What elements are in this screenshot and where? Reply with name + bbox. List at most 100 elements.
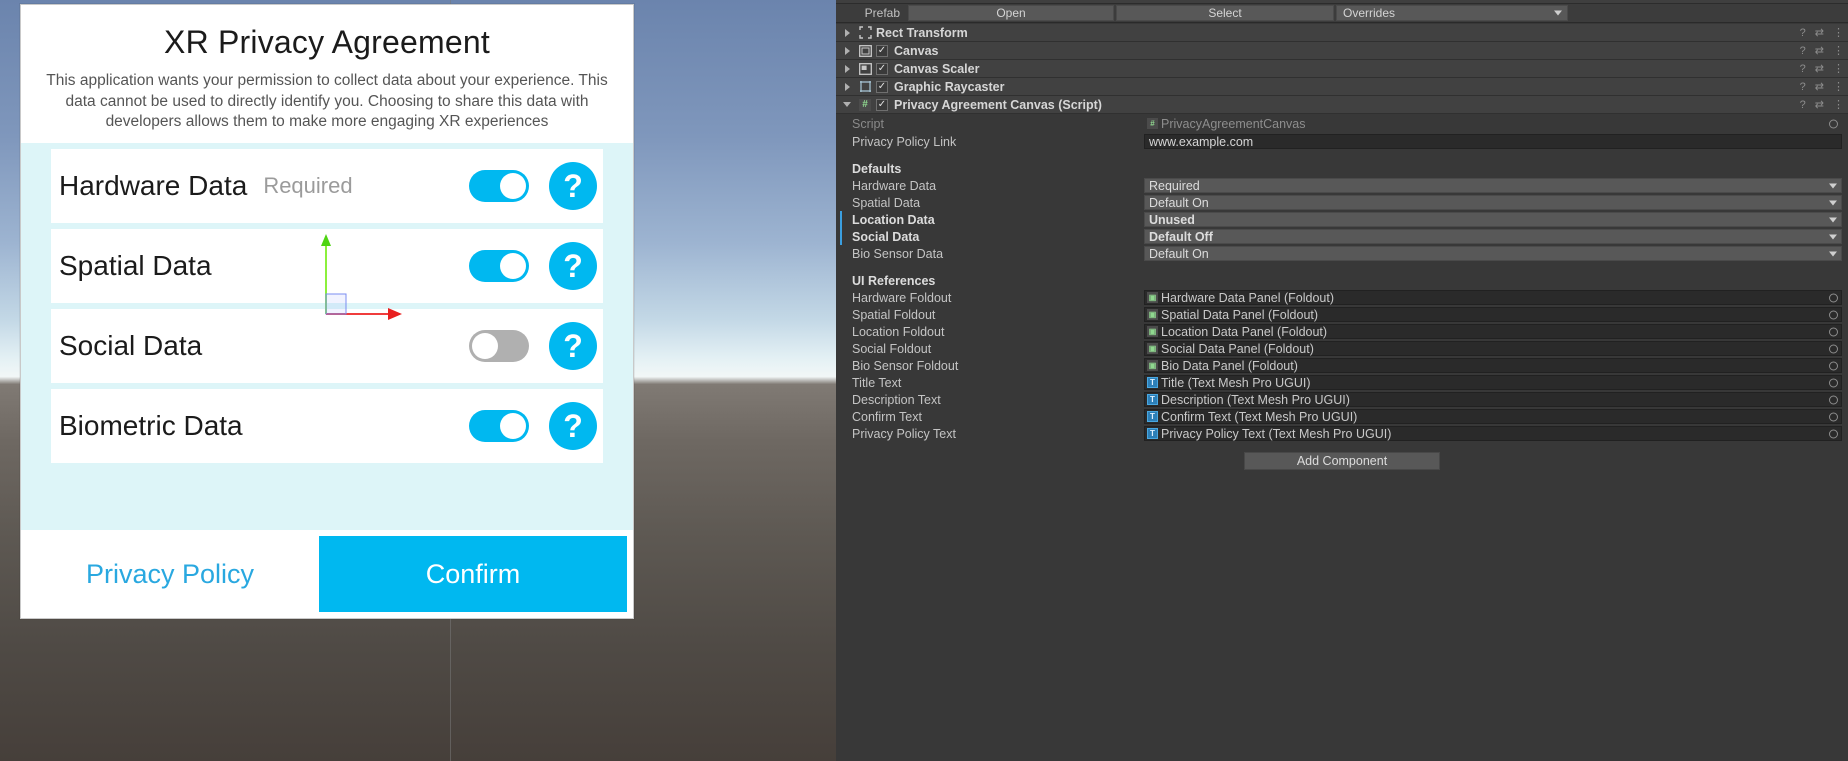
property-label: Social Data — [852, 229, 920, 244]
help-icon[interactable]: ? — [1800, 27, 1806, 39]
description-text-object-field[interactable]: T Description (Text Mesh Pro UGUI) — [1144, 392, 1842, 407]
kebab-menu-icon[interactable]: ⋮ — [1833, 80, 1844, 93]
kebab-menu-icon[interactable]: ⋮ — [1833, 98, 1844, 111]
section-header-defaults: Defaults — [836, 160, 1848, 177]
consent-toggle-spatial[interactable] — [469, 249, 529, 282]
row-label: Biometric Data — [59, 409, 243, 441]
kebab-menu-icon[interactable]: ⋮ — [1833, 62, 1844, 75]
prefab-select-button[interactable]: Select — [1116, 5, 1334, 21]
component-enabled-checkbox[interactable]: ✓ — [876, 98, 888, 111]
hardware-foldout-object-field[interactable]: ▣ Hardware Data Panel (Foldout) — [1144, 290, 1842, 305]
help-icon-biometric[interactable]: ? — [549, 401, 597, 450]
object-picker-icon[interactable] — [1829, 412, 1838, 421]
component-actions: ? ⇄ ⋮ — [1800, 42, 1844, 59]
dropdown-value: Default Off — [1149, 229, 1213, 244]
consent-toggle-biometric[interactable] — [469, 409, 529, 442]
help-icon-spatial[interactable]: ? — [549, 241, 597, 290]
property-row-description-text[interactable]: Description Text T Description (Text Mes… — [836, 391, 1848, 408]
prefab-icon: ▣ — [1147, 292, 1158, 303]
bio-sensor-foldout-object-field[interactable]: ▣ Bio Data Panel (Foldout) — [1144, 358, 1842, 373]
foldout-arrow-icon[interactable] — [840, 46, 854, 55]
property-row-confirm-text[interactable]: Confirm Text T Confirm Text (Text Mesh P… — [836, 408, 1848, 425]
transform-gizmo[interactable] — [318, 232, 418, 327]
property-row-privacy-policy-text[interactable]: Privacy Policy Text T Privacy Policy Tex… — [836, 425, 1848, 442]
help-icon[interactable]: ? — [1800, 99, 1806, 111]
data-row-biometric[interactable]: Biometric Data ? — [51, 388, 603, 463]
foldout-arrow-icon[interactable] — [840, 82, 854, 91]
property-row-hardware-foldout[interactable]: Hardware Foldout ▣ Hardware Data Panel (… — [836, 289, 1848, 306]
consent-toggle-social[interactable] — [469, 329, 529, 362]
bio-sensor-data-dropdown[interactable]: Default On — [1144, 246, 1842, 261]
component-enabled-checkbox[interactable]: ✓ — [876, 80, 888, 93]
help-icon[interactable]: ? — [1800, 81, 1806, 93]
object-picker-icon[interactable] — [1829, 293, 1838, 302]
property-row-bio-sensor-data[interactable]: Bio Sensor Data Default On — [836, 245, 1848, 262]
component-actions: ? ⇄ ⋮ — [1800, 60, 1844, 77]
object-picker-icon[interactable] — [1829, 344, 1838, 353]
object-picker-icon[interactable] — [1829, 429, 1838, 438]
privacy-policy-text-object-field[interactable]: T Privacy Policy Text (Text Mesh Pro UGU… — [1144, 426, 1842, 441]
privacy-policy-link[interactable]: Privacy Policy — [21, 559, 319, 590]
property-row-title-text[interactable]: Title Text T Title (Text Mesh Pro UGUI) — [836, 374, 1848, 391]
preset-icon[interactable]: ⇄ — [1815, 62, 1824, 75]
property-row-location-data[interactable]: Location Data Unused — [836, 211, 1848, 228]
component-header-canvas[interactable]: ✓ Canvas ? ⇄ ⋮ — [836, 42, 1848, 60]
property-row-spatial-foldout[interactable]: Spatial Foldout ▣ Spatial Data Panel (Fo… — [836, 306, 1848, 323]
help-icon[interactable]: ? — [1800, 45, 1806, 57]
prefab-overrides-dropdown[interactable]: Overrides — [1336, 5, 1568, 21]
component-name: Graphic Raycaster — [894, 79, 1005, 94]
location-data-dropdown[interactable]: Unused — [1144, 212, 1842, 227]
property-row-bio-sensor-foldout[interactable]: Bio Sensor Foldout ▣ Bio Data Panel (Fol… — [836, 357, 1848, 374]
location-foldout-object-field[interactable]: ▣ Location Data Panel (Foldout) — [1144, 324, 1842, 339]
help-icon-hardware[interactable]: ? — [549, 161, 597, 210]
script-icon: # — [857, 98, 873, 112]
property-row-privacy-policy-link[interactable]: Privacy Policy Link www.example.com — [836, 133, 1848, 150]
social-data-dropdown[interactable]: Default Off — [1144, 229, 1842, 244]
object-picker-icon[interactable] — [1829, 378, 1838, 387]
chevron-down-icon — [1829, 183, 1837, 188]
object-picker-icon[interactable] — [1829, 395, 1838, 404]
unity-scene-view[interactable]: XR Privacy Agreement This application wa… — [0, 0, 836, 761]
hardware-data-dropdown[interactable]: Required — [1144, 178, 1842, 193]
component-header-rect-transform[interactable]: Rect Transform ? ⇄ ⋮ — [836, 24, 1848, 42]
kebab-menu-icon[interactable]: ⋮ — [1833, 26, 1844, 39]
prefab-open-button[interactable]: Open — [908, 5, 1114, 21]
component-header-canvas-scaler[interactable]: ✓ Canvas Scaler ? ⇄ ⋮ — [836, 60, 1848, 78]
property-label: Bio Sensor Data — [852, 246, 944, 261]
object-picker-icon[interactable] — [1829, 361, 1838, 370]
help-icon-social[interactable]: ? — [549, 321, 597, 370]
component-enabled-checkbox[interactable]: ✓ — [876, 44, 888, 57]
confirm-text-object-field[interactable]: T Confirm Text (Text Mesh Pro UGUI) — [1144, 409, 1842, 424]
social-foldout-object-field[interactable]: ▣ Social Data Panel (Foldout) — [1144, 341, 1842, 356]
kebab-menu-icon[interactable]: ⋮ — [1833, 44, 1844, 57]
foldout-arrow-icon[interactable] — [840, 64, 854, 73]
object-picker-icon[interactable] — [1829, 119, 1838, 128]
data-row-hardware[interactable]: Hardware Data Required ? — [51, 148, 603, 223]
property-row-location-foldout[interactable]: Location Foldout ▣ Location Data Panel (… — [836, 323, 1848, 340]
spatial-data-dropdown[interactable]: Default On — [1144, 195, 1842, 210]
component-actions: ? ⇄ ⋮ — [1800, 96, 1844, 113]
foldout-arrow-icon[interactable] — [840, 28, 854, 37]
foldout-arrow-icon[interactable] — [840, 102, 854, 107]
confirm-button[interactable]: Confirm — [319, 536, 627, 612]
preset-icon[interactable]: ⇄ — [1815, 26, 1824, 39]
title-text-object-field[interactable]: T Title (Text Mesh Pro UGUI) — [1144, 375, 1842, 390]
privacy-policy-link-input[interactable]: www.example.com — [1144, 134, 1842, 149]
property-row-hardware-data[interactable]: Hardware Data Required — [836, 177, 1848, 194]
preset-icon[interactable]: ⇄ — [1815, 44, 1824, 57]
property-row-social-data[interactable]: Social Data Default Off — [836, 228, 1848, 245]
consent-toggle-hardware[interactable] — [469, 169, 529, 202]
component-header-privacy-agreement-canvas[interactable]: # ✓ Privacy Agreement Canvas (Script) ? … — [836, 96, 1848, 114]
object-picker-icon[interactable] — [1829, 310, 1838, 319]
preset-icon[interactable]: ⇄ — [1815, 80, 1824, 93]
property-row-social-foldout[interactable]: Social Foldout ▣ Social Data Panel (Fold… — [836, 340, 1848, 357]
component-header-graphic-raycaster[interactable]: ✓ Graphic Raycaster ? ⇄ ⋮ — [836, 78, 1848, 96]
object-picker-icon[interactable] — [1829, 327, 1838, 336]
property-row-spatial-data[interactable]: Spatial Data Default On — [836, 194, 1848, 211]
component-enabled-checkbox[interactable]: ✓ — [876, 62, 888, 75]
spatial-foldout-object-field[interactable]: ▣ Spatial Data Panel (Foldout) — [1144, 307, 1842, 322]
help-icon[interactable]: ? — [1800, 63, 1806, 75]
add-component-button[interactable]: Add Component — [1244, 452, 1440, 470]
add-component-area: Add Component — [836, 452, 1848, 470]
preset-icon[interactable]: ⇄ — [1815, 98, 1824, 111]
